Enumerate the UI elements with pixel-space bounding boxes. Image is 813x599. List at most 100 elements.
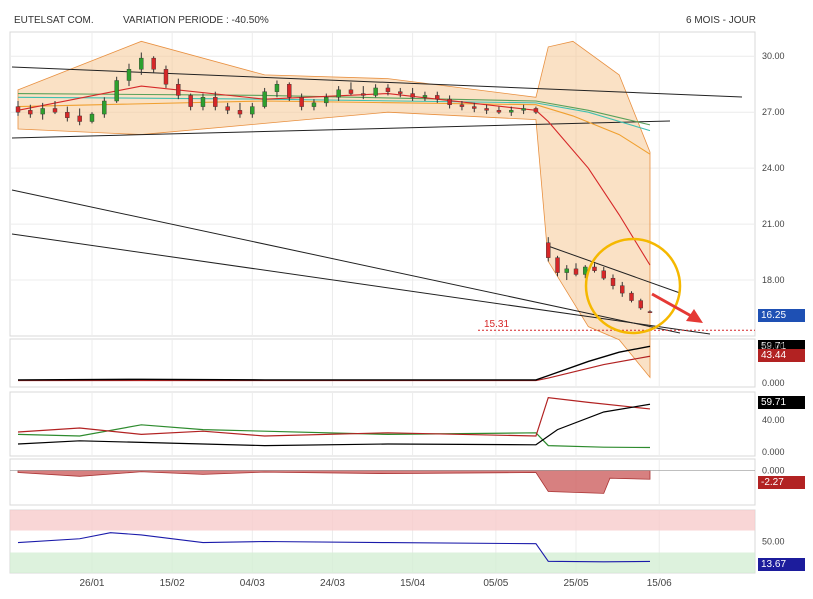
adx-di-minus-badge: 43.44 (758, 349, 805, 362)
candle (348, 89, 354, 94)
candle (15, 106, 21, 113)
candle (250, 106, 255, 115)
rsi-oversold-band (10, 552, 755, 573)
y-tick-label: 18.00 (762, 275, 785, 285)
dmi-di-plus-line (17, 424, 651, 449)
candle (398, 91, 403, 94)
arrow-down-icon[interactable]: ▼ (64, 344, 77, 357)
candle (126, 69, 132, 81)
legend-bollinger: BOLLINGER (20, 2) 24.86 - 12.78 (494, 55, 645, 66)
candle (447, 98, 452, 105)
legend-mm60: MM (60) 24.75 (146, 55, 212, 66)
rsi-value: 13.67 (108, 516, 134, 527)
gear-icon[interactable]: ⚙ (130, 53, 141, 67)
candle (435, 95, 440, 100)
candle (472, 106, 477, 109)
gear-icon[interactable]: ⚙ (359, 53, 370, 67)
close-icon[interactable]: ✖ (16, 515, 27, 528)
candle (336, 89, 341, 98)
legend-open: O: 16.31 (95, 35, 134, 46)
legend-mm200: MM (200) 26.32 (258, 55, 329, 66)
cci-badge: -2.27 (758, 476, 805, 489)
gear-icon[interactable]: ⚙ (240, 53, 251, 67)
candle (324, 97, 329, 104)
annotation-arrow (651, 292, 694, 319)
gear-icon[interactable]: ⚙ (477, 53, 488, 67)
legend-mm20: MM (20) 18.82 (34, 55, 100, 66)
y-tick-label: 21.00 (762, 219, 785, 229)
panel-main (9, 31, 756, 337)
candle (163, 69, 169, 85)
candle (237, 110, 243, 115)
gear-icon[interactable]: ⚙ (40, 464, 52, 477)
candle (102, 100, 107, 115)
candle (213, 97, 218, 107)
trendline-support (11, 120, 671, 139)
x-tick-label: 26/01 (79, 578, 104, 589)
y-tick-label: 50.00 (762, 537, 785, 547)
arrow-up-icon[interactable]: ▲ (64, 464, 77, 477)
close-icon[interactable]: ✖ (16, 397, 27, 410)
arrow-down-icon[interactable]: ▼ (84, 397, 97, 410)
y-tick-label: 24.00 (762, 163, 785, 173)
candle (361, 93, 366, 96)
y-tick-label: 0.000 (762, 447, 785, 457)
mm200-line (17, 92, 651, 126)
dmi-badge: 59.71 (758, 396, 805, 409)
trendline-down-1 (11, 189, 681, 334)
gear-icon[interactable]: ⚙ (40, 515, 52, 528)
candle (287, 84, 292, 98)
x-tick-label: 05/05 (483, 578, 508, 589)
period-selector[interactable]: 6 MOIS - JOUR (686, 15, 756, 26)
x-tick-label: 15/02 (160, 578, 185, 589)
arrow-up-icon[interactable]: ▲ (64, 397, 77, 410)
close-icon[interactable]: ✖ (16, 464, 27, 477)
legend-mm100: MM (100) 26.01 (376, 55, 447, 66)
candle (311, 102, 317, 107)
gear-icon[interactable]: ⚙ (14, 53, 25, 67)
candle (629, 292, 634, 301)
candle (89, 113, 95, 122)
dmi-adx-line (17, 403, 651, 447)
candle (496, 110, 502, 113)
close-icon[interactable]: ✖ (16, 344, 27, 357)
x-tick-label: 15/04 (400, 578, 425, 589)
gear-icon[interactable]: ⚙ (40, 344, 52, 357)
x-tick-label: 04/03 (240, 578, 265, 589)
candle (200, 97, 206, 107)
candle (114, 80, 119, 102)
y-tick-label: 30.00 (762, 51, 785, 61)
candle (28, 110, 33, 115)
adx-di-minus-line (18, 355, 651, 382)
candle (422, 95, 428, 98)
y-tick-label: 27.00 (762, 107, 785, 117)
candle (225, 106, 230, 111)
rsi-label: RSI (86, 516, 103, 527)
candle (638, 300, 643, 309)
candle (176, 84, 181, 96)
candle (546, 242, 551, 258)
arrow-up-icon[interactable]: ▲ (64, 515, 77, 528)
candle (601, 270, 606, 279)
candle (40, 108, 45, 115)
x-tick-label: 15/06 (647, 578, 672, 589)
chart-canvas: 15.31 26/01 15/02 04/03 24/03 15/04 05/05 25/0… (9, 31, 785, 589)
candle (620, 285, 625, 294)
arrow-down-icon[interactable]: ▼ (84, 464, 97, 477)
legend-close-pct: -0.31% (332, 35, 364, 46)
mm100-line (17, 96, 651, 132)
legend-cours: COURS (34, 35, 71, 46)
gear-icon[interactable]: ⚙ (40, 397, 52, 410)
mm20-line (17, 85, 651, 266)
rsi-line (17, 532, 651, 563)
candle (555, 257, 560, 273)
mm60-line (17, 100, 651, 155)
candle (299, 97, 304, 107)
candle (373, 87, 378, 96)
legend-high: H: 16.385 (155, 35, 199, 46)
trendline-resistance (11, 66, 743, 98)
variation-period: VARIATION PERIODE : -40.50% (123, 15, 269, 26)
candle (592, 266, 597, 271)
gear-icon[interactable]: ⚙ (14, 33, 25, 47)
candle (533, 108, 539, 113)
